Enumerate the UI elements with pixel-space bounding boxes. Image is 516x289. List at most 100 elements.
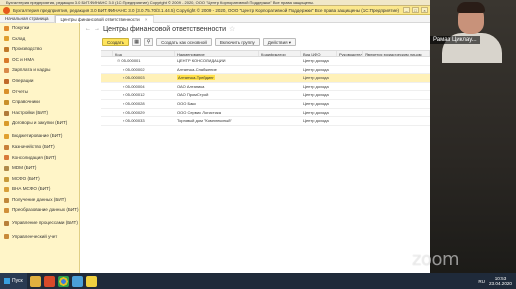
column-header-code[interactable]: Код — [113, 51, 175, 56]
minimize-button[interactable]: – — [403, 7, 410, 13]
tab-responsibility-centers[interactable]: Центры финансовой ответственности × — [54, 14, 154, 23]
sidebar-item[interactable]: Операции — [0, 76, 79, 87]
sidebar-item[interactable]: MDM (БИТ) — [0, 163, 79, 174]
sidebar-item-label: Настройки (БИТ) — [12, 109, 48, 115]
sidebar-item[interactable]: Получение данных (БИТ) — [0, 195, 79, 206]
sidebar-item[interactable]: Казначейство (БИТ) — [0, 142, 79, 153]
sidebar-item[interactable]: ВНА МСФО (БИТ) — [0, 184, 79, 195]
section-icon — [4, 144, 9, 150]
table-row[interactable]: ⊖05-000001 ЦЕНТР КОНСОЛИДАЦИИ Центр дохода — [101, 57, 430, 66]
form-header: ← → Центры финансовой ответственности ☆ — [81, 23, 430, 35]
column-header-legal-entity[interactable]: Является юридическим лицом — [363, 51, 430, 56]
tab-label: Центры финансовой ответственности — [60, 16, 140, 22]
table-row[interactable]: ▪05-000003 Алтанчка-Трейдинг Центр дохода — [101, 74, 430, 83]
table-row[interactable]: ▪05-000029 ООО Сервис Логистика Центр дохо… — [101, 109, 430, 118]
cell-manager — [337, 57, 363, 65]
sidebar-item[interactable]: Производство — [0, 44, 79, 55]
actions-menu-button[interactable]: Действия ▾ — [262, 38, 297, 46]
cell-name-text: ОАО ПромСтрой — [177, 92, 209, 98]
table-row[interactable]: ▪05-000004 ОАО Алтаника Центр дохода — [101, 83, 430, 92]
row-marker — [101, 109, 113, 117]
cell-codifier — [259, 74, 301, 82]
cell-legal-entity — [363, 117, 430, 125]
close-tab-icon[interactable]: × — [145, 17, 148, 22]
sidebar-item[interactable]: Управление процессами (БИТ) — [0, 219, 79, 232]
section-icon — [4, 220, 9, 226]
table-row[interactable]: ▪05-000028 ООО Бакс Центр дохода — [101, 100, 430, 109]
chrome-icon[interactable] — [57, 275, 69, 287]
start-button[interactable]: Пуск — [0, 273, 27, 289]
cell-legal-entity — [363, 100, 430, 108]
close-window-button[interactable]: × — [421, 7, 428, 13]
cell-type: Центр дохода — [303, 109, 329, 115]
section-icon — [4, 78, 9, 84]
sidebar-item[interactable]: Покупки — [0, 23, 79, 34]
start-label: Пуск — [12, 278, 23, 284]
section-icon — [4, 187, 9, 193]
windows-taskbar: Пуск RU 10:53 23.04.2020 — [0, 273, 516, 289]
file-explorer-icon[interactable] — [29, 275, 41, 287]
section-icon — [4, 57, 9, 63]
column-header-manager[interactable]: Руководитель — [337, 51, 363, 56]
cell-codifier — [259, 66, 301, 74]
sidebar-item[interactable]: Зарплата и кадры — [0, 65, 79, 76]
search-icon[interactable]: ⚲ — [144, 38, 154, 46]
sidebar-item[interactable]: Справочники — [0, 97, 79, 108]
section-icon — [4, 110, 9, 116]
create-as-default-button[interactable]: Создать как основной — [156, 38, 212, 46]
windows-logo-icon — [4, 278, 10, 284]
tab-home[interactable]: Начальная страница — [0, 14, 55, 23]
back-arrow-icon[interactable]: ← — [85, 26, 91, 32]
cell-manager — [337, 100, 363, 108]
sidebar-item[interactable]: ОС и НМА — [0, 55, 79, 66]
forward-arrow-icon[interactable]: → — [94, 26, 100, 32]
cell-code: ▪05-000012 — [113, 91, 175, 99]
row-type-icon: ⊖ — [117, 58, 121, 63]
create-button[interactable]: Создать — [102, 38, 130, 46]
row-marker — [101, 100, 113, 108]
clock-date: 23.04.2020 — [489, 281, 512, 286]
cell-manager — [337, 109, 363, 117]
include-group-button[interactable]: Включить группу — [214, 38, 260, 46]
cell-code: ▪05-000004 — [113, 83, 175, 91]
sidebar-item-label: MDM (БИТ) — [12, 165, 37, 171]
cell-legal-entity — [363, 74, 430, 82]
sidebar-item[interactable]: Бюджетирование (БИТ) — [0, 131, 79, 142]
language-indicator[interactable]: RU — [478, 279, 485, 284]
sidebar-item[interactable]: Настройки (БИТ) — [0, 108, 79, 119]
media-player-icon[interactable] — [43, 275, 55, 287]
sidebar-item[interactable]: Управленческий учет — [0, 232, 79, 243]
cell-legal-entity — [363, 91, 430, 99]
column-header-codifier[interactable]: Кодификатор — [259, 51, 301, 56]
maximize-button[interactable]: □ — [412, 7, 419, 13]
app-icon[interactable] — [71, 275, 83, 287]
participant-name-label: Рамаз Циклау... — [430, 36, 480, 44]
table-row[interactable]: ▪05-000002 Алтанчка-Снабжение Центр дохода — [101, 66, 430, 75]
cell-codifier — [259, 117, 301, 125]
column-header-name[interactable]: Наименование — [175, 51, 259, 56]
column-header-type[interactable]: Вид ЦФО — [301, 51, 337, 56]
sidebar-item[interactable]: Договоры и закупки (БИТ) — [0, 118, 79, 131]
cell-name: ОАО Алтаника — [175, 83, 259, 91]
cell-name: ОАО ПромСтрой — [175, 91, 259, 99]
sidebar-item[interactable]: Отчеты — [0, 87, 79, 98]
header-marker — [101, 51, 113, 56]
1c-app-icon[interactable] — [85, 275, 97, 287]
sidebar-item-label: Склад — [12, 35, 26, 41]
section-icon — [4, 89, 9, 95]
clock[interactable]: 10:53 23.04.2020 — [489, 276, 512, 286]
cell-manager — [337, 117, 363, 125]
favorite-star-icon[interactable]: ☆ — [229, 25, 235, 33]
sidebar-item[interactable]: Консолидация (БИТ) — [0, 153, 79, 164]
cell-legal-entity — [363, 109, 430, 117]
sidebar-item[interactable]: Склад — [0, 34, 79, 45]
open-windows-tabs: Начальная страница Центры финансовой отв… — [0, 14, 430, 23]
sidebar-item[interactable]: МСФО (БИТ) — [0, 174, 79, 185]
cell-code-text: 05-000029 — [125, 109, 145, 115]
cell-type: Центр дохода — [303, 100, 329, 106]
cell-name: Алтанчка-Снабжение — [175, 66, 259, 74]
create-folder-icon[interactable]: ▦ — [132, 38, 142, 46]
table-row[interactable]: ▪05-000012 ОАО ПромСтрой Центр дохода — [101, 91, 430, 100]
sidebar-item[interactable]: Преобразование данных (БИТ) — [0, 206, 79, 219]
table-row[interactable]: ▪05-000033 Торговый дом "Комплексный" Цент… — [101, 117, 430, 126]
